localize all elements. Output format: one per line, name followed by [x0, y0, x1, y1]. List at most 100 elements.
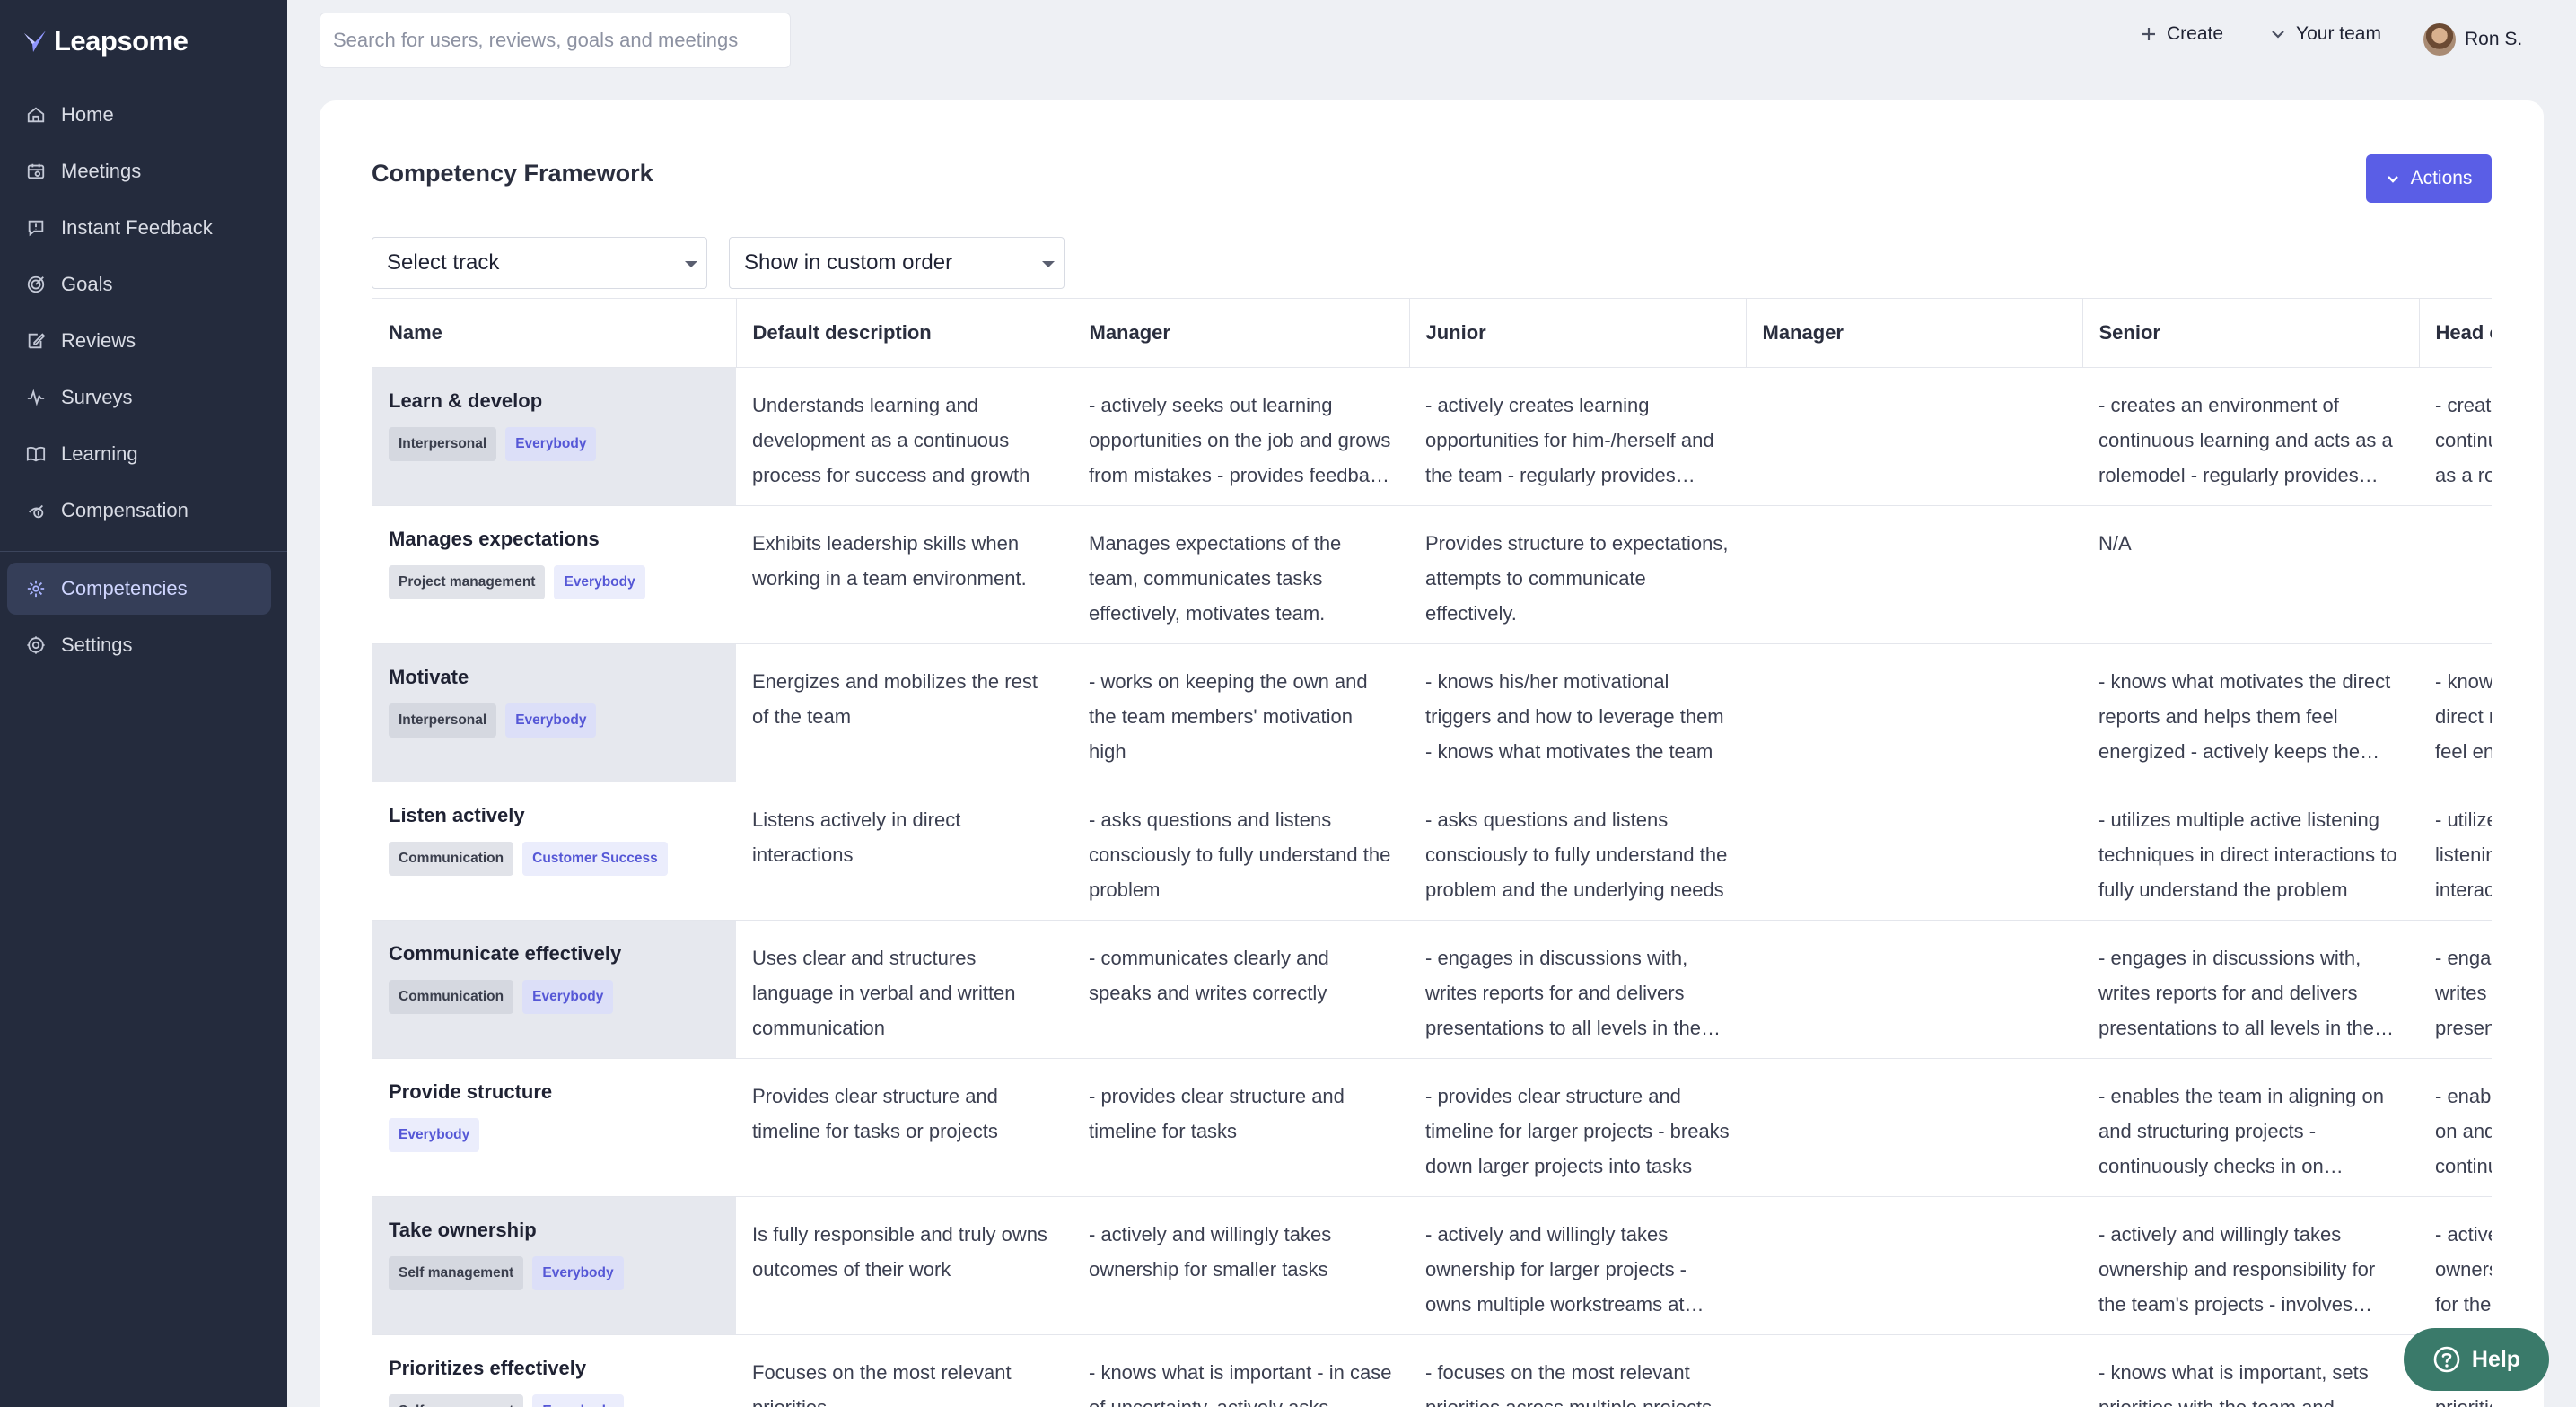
level-description-cell[interactable]: - engages in discussions with, writes re…	[2419, 920, 2492, 1059]
actions-button[interactable]: Actions	[2366, 154, 2492, 203]
level-description-cell[interactable]: Manages expectations of the team, commun…	[1073, 505, 1409, 644]
competency-name-cell[interactable]: Learn & develop Interpersonal Everybody	[372, 367, 736, 506]
level-description-cell[interactable]	[1746, 782, 2082, 921]
level-description-cell[interactable]: Is fully responsible and truly owns outc…	[736, 1196, 1073, 1335]
level-description-cell[interactable]: - utilizes multiple active listening tec…	[2082, 782, 2419, 921]
level-description-cell[interactable]: - actively seeks out learning opportunit…	[1073, 367, 1409, 506]
competency-name-cell[interactable]: Communicate effectively Communication Ever…	[372, 920, 736, 1059]
sidebar-item-competencies[interactable]: Competencies	[7, 563, 271, 615]
competency-table[interactable]: Name Default description Manager Junior Mana…	[372, 298, 2492, 1407]
level-description-cell[interactable]: - knows what is important, sets prioriti…	[2082, 1334, 2419, 1407]
level-description-cell[interactable]: - creates an environment of continuous l…	[2419, 367, 2492, 506]
competency-name[interactable]: Prioritizes effectively	[389, 1355, 720, 1382]
column-header[interactable]: Head of	[2419, 299, 2492, 368]
table-row[interactable]: Learn & develop Interpersonal Everybody Und…	[372, 367, 2492, 506]
level-description-cell[interactable]: Exhibits leadership skills when working …	[736, 505, 1073, 644]
table-row[interactable]: Communicate effectively Communication Ever…	[372, 920, 2492, 1059]
sidebar-item-instant-feedback[interactable]: Instant Feedback	[7, 202, 271, 254]
search-input[interactable]	[320, 13, 790, 67]
level-description-cell[interactable]	[1746, 505, 2082, 644]
sidebar-item-meetings[interactable]: Meetings	[7, 145, 271, 197]
level-description-cell[interactable]: Provides structure to expectations, atte…	[1409, 505, 1746, 644]
level-description-cell[interactable]: Understands learning and development as …	[736, 367, 1073, 506]
column-header[interactable]: Name	[372, 299, 737, 368]
level-description-cell[interactable]: - actively creates learning opportunitie…	[1409, 367, 1746, 506]
level-description-cell[interactable]: - provides clear structure and timeline …	[1073, 1058, 1409, 1197]
level-description-cell[interactable]: - engages in discussions with, writes re…	[2082, 920, 2419, 1059]
level-description-cell[interactable]	[2419, 505, 2492, 644]
group-tag: Everybody	[389, 1117, 480, 1152]
competency-name[interactable]: Listen actively	[389, 802, 720, 829]
column-header[interactable]: Senior	[2082, 299, 2420, 368]
level-description-cell[interactable]: - enables the team in aligning on and st…	[2419, 1058, 2492, 1197]
sidebar-item-settings[interactable]: Settings	[7, 619, 271, 671]
level-description-cell[interactable]: - actively and willingly takes ownership…	[2082, 1196, 2419, 1335]
level-description-cell[interactable]: - focuses on the most relevant prioritie…	[1409, 1334, 1746, 1407]
table-row[interactable]: Take ownership Self management Everybody Is…	[372, 1196, 2492, 1335]
level-description-cell[interactable]: - creates an environment of continuous l…	[2082, 367, 2419, 506]
sidebar-item-reviews[interactable]: Reviews	[7, 315, 271, 367]
column-header[interactable]: Manager	[1746, 299, 2083, 368]
competency-name[interactable]: Learn & develop	[389, 388, 720, 415]
table-row[interactable]: Manages expectations Project management Ev…	[372, 505, 2492, 644]
sidebar-item-compensation[interactable]: Compensation	[7, 485, 271, 537]
competency-name[interactable]: Provide structure	[389, 1079, 720, 1106]
level-description-cell[interactable]: - utilizes multiple active listening tec…	[2419, 782, 2492, 921]
level-description-cell[interactable]	[1746, 1058, 2082, 1197]
level-description-cell[interactable]: - knows what motivates the direct report…	[2419, 643, 2492, 782]
level-description-cell[interactable]: Listens actively in direct interactions	[736, 782, 1073, 921]
sidebar-item-surveys[interactable]: Surveys	[7, 371, 271, 424]
user-menu[interactable]: Ron S.	[2423, 23, 2522, 56]
level-description-cell[interactable]: N/A	[2082, 505, 2419, 644]
global-search[interactable]	[320, 13, 791, 68]
competency-name[interactable]: Manages expectations	[389, 526, 720, 553]
sidebar-item-goals[interactable]: Goals	[7, 258, 271, 310]
level-description-cell[interactable]: - communicates clearly and speaks and wr…	[1073, 920, 1409, 1059]
level-description-cell[interactable]: - knows what is important - in case of u…	[1073, 1334, 1409, 1407]
order-select[interactable]: Show in custom order	[729, 237, 1065, 289]
competency-name-cell[interactable]: Manages expectations Project management Ev…	[372, 505, 736, 644]
create-button[interactable]: Create	[2140, 23, 2223, 45]
competency-name-cell[interactable]: Listen actively Communication Customer Suc…	[372, 782, 736, 921]
competency-name-cell[interactable]: Provide structure Everybody	[372, 1058, 736, 1197]
table-row[interactable]: Motivate Interpersonal Everybody Energizes …	[372, 643, 2492, 782]
competency-name[interactable]: Motivate	[389, 664, 720, 691]
level-description-cell[interactable]: - asks questions and listens consciously…	[1073, 782, 1409, 921]
column-header[interactable]: Default description	[736, 299, 1073, 368]
level-description-cell[interactable]: - engages in discussions with, writes re…	[1409, 920, 1746, 1059]
competency-name[interactable]: Take ownership	[389, 1217, 720, 1244]
level-description-cell[interactable]	[1746, 367, 2082, 506]
level-description-cell[interactable]: - knows what motivates the direct report…	[2082, 643, 2419, 782]
level-description-cell[interactable]	[1746, 920, 2082, 1059]
level-description-cell[interactable]: - actively and willingly takes ownership…	[1409, 1196, 1746, 1335]
table-row[interactable]: Listen actively Communication Customer Suc…	[372, 782, 2492, 921]
competency-name[interactable]: Communicate effectively	[389, 940, 720, 967]
table-row[interactable]: Provide structure Everybody Provides clear…	[372, 1058, 2492, 1197]
level-description-cell[interactable]: - works on keeping the own and the team …	[1073, 643, 1409, 782]
table-row[interactable]: Prioritizes effectively Self management Ev…	[372, 1334, 2492, 1407]
competency-name-cell[interactable]: Take ownership Self management Everybody	[372, 1196, 736, 1335]
level-description-cell[interactable]: Energizes and mobilizes the rest of the …	[736, 643, 1073, 782]
column-header[interactable]: Manager	[1073, 299, 1410, 368]
app-logo[interactable]: Leapsome	[22, 25, 188, 57]
sidebar-item-home[interactable]: Home	[7, 89, 271, 141]
level-description-cell[interactable]: - actively and willingly takes ownership…	[1073, 1196, 1409, 1335]
level-description-cell[interactable]: - asks questions and listens consciously…	[1409, 782, 1746, 921]
help-button[interactable]: Help	[2404, 1328, 2549, 1391]
level-description-cell[interactable]: Focuses on the most relevant priorities	[736, 1334, 1073, 1407]
level-description-cell[interactable]: - actively and willingly takes ownership…	[2419, 1196, 2492, 1335]
level-description-cell[interactable]	[1746, 1334, 2082, 1407]
level-description-cell[interactable]: Uses clear and structures language in ve…	[736, 920, 1073, 1059]
level-description-cell[interactable]	[1746, 1196, 2082, 1335]
level-description-cell[interactable]	[1746, 643, 2082, 782]
column-header[interactable]: Junior	[1409, 299, 1747, 368]
track-select[interactable]: Select track	[372, 237, 707, 289]
sidebar-item-learning[interactable]: Learning	[7, 428, 271, 480]
your-team-button[interactable]: Your team	[2269, 23, 2381, 45]
level-description-cell[interactable]: Provides clear structure and timeline fo…	[736, 1058, 1073, 1197]
level-description-cell[interactable]: - knows his/her motivational triggers an…	[1409, 643, 1746, 782]
competency-name-cell[interactable]: Motivate Interpersonal Everybody	[372, 643, 736, 782]
competency-name-cell[interactable]: Prioritizes effectively Self management Ev…	[372, 1334, 736, 1407]
level-description-cell[interactable]: - provides clear structure and timeline …	[1409, 1058, 1746, 1197]
level-description-cell[interactable]: - enables the team in aligning on and st…	[2082, 1058, 2419, 1197]
